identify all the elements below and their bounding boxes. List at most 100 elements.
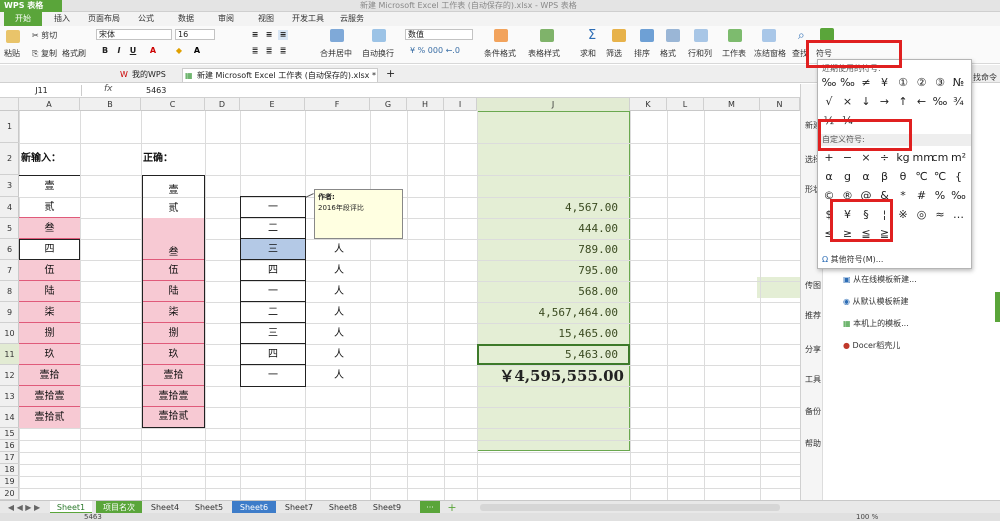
pane-collapse-handle[interactable] <box>995 292 1000 322</box>
row-header[interactable]: 4 <box>0 197 19 218</box>
col-header-c[interactable]: C <box>141 98 205 111</box>
cell-a13[interactable]: 壹拾壹 <box>19 386 80 407</box>
cell-c13[interactable]: 壹拾壹 <box>143 386 204 407</box>
app-logo[interactable]: WPS 表格 <box>0 0 62 12</box>
paste-button[interactable]: 粘贴 <box>4 48 20 59</box>
cell-a4[interactable]: 贰 <box>19 197 80 218</box>
cell-j9[interactable]: 4,567,464.00 <box>478 306 628 319</box>
cell-j7[interactable]: 795.00 <box>478 264 628 277</box>
worksheet-button[interactable]: 工作表 <box>722 48 746 59</box>
row-header[interactable]: 8 <box>0 281 19 302</box>
menu-developer[interactable]: 开发工具 <box>292 12 324 26</box>
row-header[interactable]: 1 <box>0 111 19 143</box>
sort-button[interactable]: 排序 <box>634 48 650 59</box>
cell-e8[interactable]: 一 <box>241 281 305 302</box>
cell-e4[interactable]: 一 <box>241 197 305 218</box>
filter-button[interactable]: 筛选 <box>606 48 622 59</box>
name-box[interactable]: J11 <box>2 85 82 96</box>
cell-a10[interactable]: 捌 <box>19 323 80 344</box>
freeze-panes-button[interactable]: 冻结窗格 <box>754 48 786 59</box>
cell-j10[interactable]: 15,465.00 <box>478 327 628 340</box>
copy-button[interactable]: ⎘ 复制 <box>32 48 57 59</box>
freeze-icon[interactable] <box>762 29 776 42</box>
fill-color-icon[interactable]: ◆ <box>174 46 184 56</box>
col-header-n[interactable]: N <box>760 98 800 111</box>
format-button[interactable]: 格式 <box>660 48 676 59</box>
sort-icon[interactable] <box>640 29 654 42</box>
spreadsheet-grid[interactable]: 新输入： 正确： 壹 贰 叁 四 伍 陆 柒 捌 玖 壹拾 壹拾壹 壹拾贰 壹 … <box>19 111 800 500</box>
symbol-cell[interactable]: ≠ <box>857 75 875 91</box>
symbol-cell[interactable]: g <box>839 169 857 185</box>
cell-f11[interactable]: 人 <box>329 344 349 365</box>
cell-e6[interactable]: 三 <box>241 239 305 260</box>
merge-icon[interactable] <box>330 29 344 42</box>
col-header-d[interactable]: D <box>205 98 240 111</box>
row-header[interactable]: 13 <box>0 386 19 407</box>
symbol-cell[interactable]: × <box>857 150 875 166</box>
function-icon[interactable]: fx <box>104 84 113 94</box>
col-header-k[interactable]: K <box>630 98 667 111</box>
table-style-icon[interactable] <box>540 29 554 42</box>
template-online-item[interactable]: ▣ 从在线模板新建... <box>843 274 917 285</box>
cell-comment[interactable]: 作者: 2016年段评比 <box>314 189 403 239</box>
cell-c14[interactable]: 壹拾贰 <box>143 407 204 427</box>
row-header[interactable]: 9 <box>0 302 19 323</box>
symbol-cell[interactable]: ÷ <box>876 150 894 166</box>
symbol-cell[interactable]: + <box>820 150 838 166</box>
label-new-input[interactable]: 新输入： <box>21 149 61 164</box>
bold-button[interactable]: B <box>100 46 110 56</box>
cell-f10[interactable]: 人 <box>329 323 349 344</box>
align-center-icon[interactable]: ≣ <box>264 46 274 56</box>
cell-c4[interactable]: 贰 <box>143 199 204 218</box>
cell-c10[interactable]: 捌 <box>143 323 204 344</box>
select-all-corner[interactable] <box>0 98 19 111</box>
row-header[interactable]: 20 <box>0 488 19 500</box>
symbol-cell[interactable]: … <box>950 207 968 223</box>
side-tools[interactable]: 工具 <box>805 374 821 385</box>
cell-f8[interactable]: 人 <box>329 281 349 302</box>
conditional-format-button[interactable]: 条件格式 <box>484 48 516 59</box>
cut-button[interactable]: ✂ 剪切 <box>32 30 57 41</box>
cell-c3[interactable]: 壹 <box>143 181 204 197</box>
align-right-icon[interactable]: ≣ <box>278 46 288 56</box>
row-header[interactable]: 7 <box>0 260 19 281</box>
symbol-cell[interactable]: cm <box>931 150 949 166</box>
cell-f12[interactable]: 人 <box>329 365 349 386</box>
symbol-cell[interactable]: ③ <box>931 75 949 91</box>
format-icon[interactable] <box>666 29 680 42</box>
menu-formula[interactable]: 公式 <box>138 12 154 26</box>
menu-data[interactable]: 数据 <box>178 12 194 26</box>
symbol-cell[interactable]: ↑ <box>894 94 912 110</box>
cell-c11[interactable]: 玖 <box>143 344 204 365</box>
filter-icon[interactable] <box>612 29 626 42</box>
col-header-i[interactable]: I <box>444 98 477 111</box>
symbol-cell[interactable]: * <box>894 188 912 204</box>
symbol-cell[interactable]: kg <box>894 150 912 166</box>
wrap-icon[interactable] <box>372 29 386 42</box>
symbol-cell[interactable]: # <box>913 188 931 204</box>
cell-c12[interactable]: 壹拾 <box>143 365 204 386</box>
cell-j4[interactable]: 4,567.00 <box>478 201 628 214</box>
template-default-item[interactable]: ◉ 从默认模板新建 <box>843 296 909 307</box>
cell-a5[interactable]: 叁 <box>19 218 80 239</box>
more-symbols-item[interactable]: Ω 其他符号(M)... <box>822 254 883 265</box>
cell-f6[interactable]: 人 <box>329 239 349 260</box>
align-middle-icon[interactable]: ≡ <box>264 30 274 40</box>
symbol-cell[interactable]: ‰ <box>839 75 857 91</box>
new-tab-button[interactable]: + <box>384 68 395 82</box>
symbol-cell[interactable]: ‰ <box>820 75 838 91</box>
row-col-button[interactable]: 行和列 <box>688 48 712 59</box>
paste-icon[interactable] <box>6 30 20 43</box>
tab-workbook[interactable]: ▦ 新建 Microsoft Excel 工作表 (自动保存的).xlsx * <box>182 68 378 82</box>
cell-a12[interactable]: 壹拾 <box>19 365 80 386</box>
symbol-cell[interactable]: { <box>950 169 968 185</box>
row-header[interactable]: 17 <box>0 452 19 464</box>
label-correct[interactable]: 正确： <box>143 149 173 164</box>
formula-input[interactable]: 5463 <box>146 85 166 96</box>
zoom-level[interactable]: 100 % <box>856 513 878 521</box>
side-upload-image[interactable]: 传图 <box>805 280 821 291</box>
menu-view[interactable]: 视图 <box>258 12 274 26</box>
cell-j12-total[interactable]: ￥4,595,555.00 <box>478 365 628 386</box>
cell-c7[interactable]: 伍 <box>143 260 204 281</box>
font-size-select[interactable]: 16 <box>175 29 215 40</box>
